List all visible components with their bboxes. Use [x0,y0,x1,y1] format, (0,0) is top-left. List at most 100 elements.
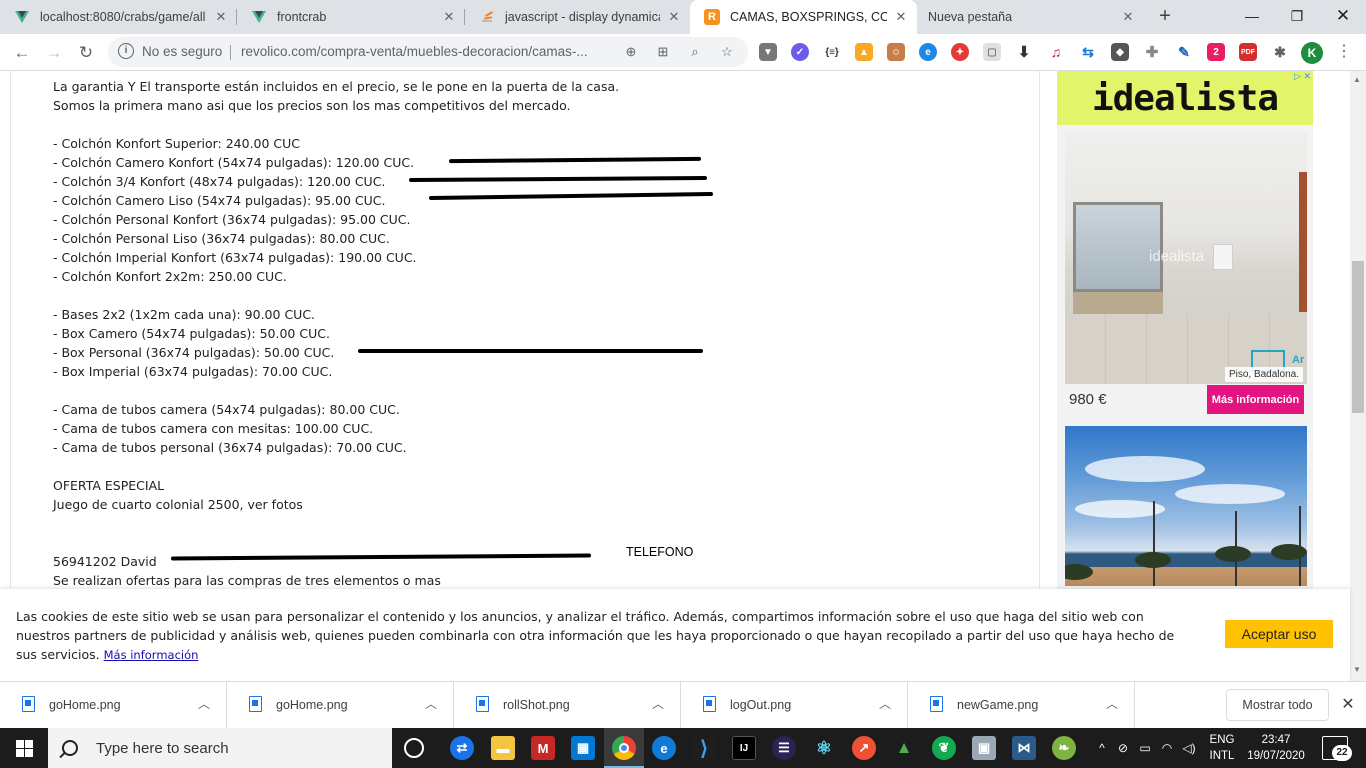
scroll-down-arrow-icon[interactable]: ▼ [1353,665,1361,674]
forward-button[interactable]: → [40,39,68,67]
accept-cookies-button[interactable]: Aceptar uso [1225,620,1333,648]
close-tab-icon[interactable]: ✕ [666,9,682,25]
vue-devtools-extension-icon[interactable]: ▼ [759,43,777,61]
description-line: - Colchón Konfort Superior: 240.00 CUC [53,136,301,151]
close-shelf-icon[interactable]: ✕ [1338,694,1358,714]
start-button[interactable] [0,728,48,768]
music-extension-icon[interactable]: ♫ [1047,43,1065,61]
store-icon[interactable]: ▦ [571,736,595,760]
volume-icon[interactable]: ◁) [1178,741,1200,755]
windows-logo-icon [15,739,33,757]
teamviewer-icon[interactable]: ⇄ [450,736,474,760]
download-item[interactable]: rollShot.png ︿ [454,682,681,728]
idealista-banner[interactable]: idealista [1057,71,1313,125]
page-scrollbar[interactable]: ▲ ▼ [1350,71,1366,681]
android-studio-icon[interactable]: ▲ [892,736,916,760]
translate-icon[interactable]: ⊞ [654,43,672,61]
pdf-extension-icon[interactable]: PDF [1239,43,1257,61]
leaf-app-icon[interactable]: ❧ [1052,736,1076,760]
install-icon[interactable]: ⊕ [622,43,640,61]
network-disconnected-icon[interactable]: ⊘ [1112,741,1134,755]
download-icon[interactable]: ⬇ [1015,43,1033,61]
reload-button[interactable]: ↻ [72,39,100,67]
chevron-up-icon[interactable]: ︿ [1106,695,1118,712]
battery-icon[interactable]: ▭ [1134,741,1156,755]
firebase-extension-icon[interactable]: ▲ [855,43,873,61]
mongodb-icon[interactable]: ❦ [932,736,956,760]
chrome-menu-icon[interactable]: ⋮ [1334,42,1354,64]
zoom-icon[interactable]: ⌕ [686,43,704,61]
shield-extension-icon[interactable]: ◆ [1111,43,1129,61]
file-explorer-icon[interactable]: ▬ [491,736,515,760]
eclipse-icon[interactable]: ☰ [772,736,796,760]
download-item[interactable]: newGame.png ︿ [908,682,1135,728]
download-item[interactable]: goHome.png ︿ [227,682,454,728]
vue-icon [251,9,267,25]
scroll-up-arrow-icon[interactable]: ▲ [1353,75,1361,84]
new-tab-button[interactable]: + [1152,4,1178,30]
tab-nueva-pestana[interactable]: Nueva pestaña ✕ [917,0,1144,34]
edge-extension-icon[interactable]: e [919,43,937,61]
mas-informacion-button[interactable]: Más información [1207,385,1304,414]
download-item[interactable]: goHome.png ︿ [0,682,227,728]
beach-photo[interactable] [1065,426,1307,586]
close-tab-icon[interactable]: ✕ [893,9,909,25]
tab-strip: localhost:8080/crabs/game/all ✕ frontcra… [0,0,1366,34]
cookie-more-info-link[interactable]: Más información [104,648,199,662]
browser-toolbar: ← → ↻ i No es seguro revolico.com/compra… [0,34,1366,71]
feather-extension-icon[interactable]: ✎ [1175,43,1193,61]
apartment-photo[interactable]: idealista Ar Piso, Badalona. [1065,132,1307,384]
puzzle-extensions-icon[interactable]: ✱ [1271,43,1289,61]
wifi-icon[interactable]: ◠ [1156,741,1178,755]
react-icon[interactable]: ⚛ [812,736,836,760]
tab-stackoverflow[interactable]: javascript - display dynamically ✕ [465,0,690,34]
close-tab-icon[interactable]: ✕ [213,9,229,25]
close-tab-icon[interactable]: ✕ [441,9,457,25]
tab-frontcrab[interactable]: frontcrab ✕ [237,0,465,34]
profile-avatar[interactable]: K [1301,42,1323,64]
info-icon[interactable]: i [118,43,134,59]
chrome-icon[interactable] [612,736,636,760]
check-extension-icon[interactable]: ✓ [791,43,809,61]
grey-extension-icon[interactable]: ▢ [983,43,1001,61]
character-extension-icon[interactable]: ☺ [887,43,905,61]
chevron-up-icon[interactable]: ︿ [879,695,891,712]
close-window-button[interactable]: ✕ [1320,0,1366,32]
chevron-up-icon[interactable]: ︿ [198,695,210,712]
mcafee-icon[interactable]: M [531,736,555,760]
cross-extension-icon[interactable]: ✚ [1143,43,1161,61]
back-button[interactable]: ← [8,39,36,67]
tab-localhost[interactable]: localhost:8080/crabs/game/all ✕ [0,0,237,34]
intellij-icon[interactable]: IJ [732,736,756,760]
close-tab-icon[interactable]: ✕ [1120,9,1136,25]
scrollbar-thumb[interactable] [1352,261,1364,413]
task-view-icon[interactable] [404,738,424,758]
chevron-up-icon[interactable]: ︿ [652,695,664,712]
cookie-banner: Las cookies de este sitio web se usan pa… [0,589,1350,681]
chevron-up-icon[interactable]: ︿ [425,695,437,712]
maximize-button[interactable]: ❐ [1274,0,1320,32]
fire-extension-icon[interactable]: ✦ [951,43,969,61]
url-text[interactable]: revolico.com/compra-venta/muebles-decora… [241,44,588,59]
two-extension-icon[interactable]: 2 [1207,43,1225,61]
show-all-downloads-button[interactable]: Mostrar todo [1226,689,1329,721]
app-window-icon[interactable]: ▣ [972,736,996,760]
taskbar-search[interactable]: Type here to search [48,728,392,768]
download-item[interactable]: logOut.png ︿ [681,682,908,728]
adchoices-icon[interactable]: ▷ ✕ [1294,71,1311,82]
vscode-icon[interactable]: ⟩ [692,736,716,760]
sync-extension-icon[interactable]: ⇆ [1079,43,1097,61]
photo-watermark: idealista [1149,248,1205,265]
json-extension-icon[interactable]: {≡} [823,43,841,61]
tray-chevron-up-icon[interactable]: ^ [1092,741,1112,755]
address-bar[interactable]: i No es seguro revolico.com/compra-venta… [108,37,748,67]
input-language[interactable]: ENG INTL [1202,732,1242,764]
edge-icon[interactable]: e [652,736,676,760]
minimize-button[interactable]: — [1229,0,1275,32]
description-line: Juego de cuarto colonial 2500, ver fotos [53,497,303,512]
bookmark-star-icon[interactable]: ☆ [718,43,736,61]
taskbar-clock[interactable]: 23:47 19/07/2020 [1244,732,1308,764]
network-tool-icon[interactable]: ⋈ [1012,736,1036,760]
tab-revolico-active[interactable]: R CAMAS, BOXSPRINGS, COLCHONES ✕ [690,0,917,34]
git-icon[interactable]: ↗ [852,736,876,760]
